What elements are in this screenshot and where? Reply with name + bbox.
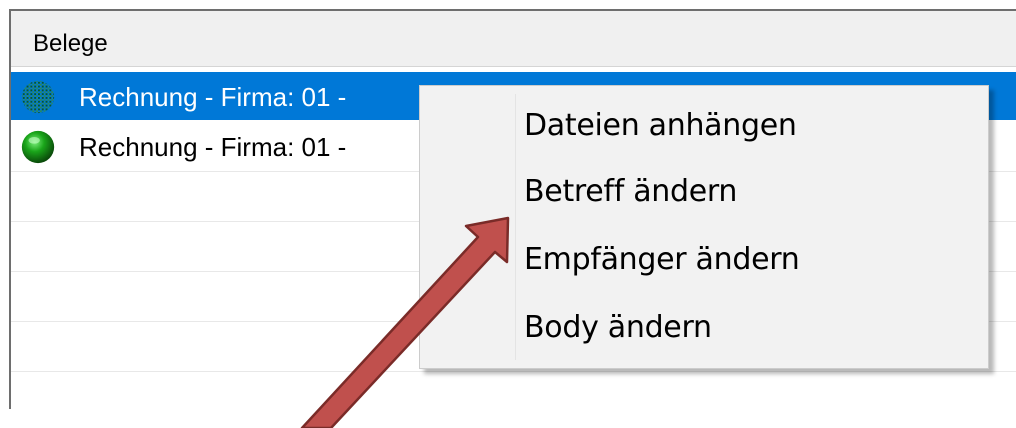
menu-item-body-aendern[interactable]: Body ändern [420,298,988,358]
menu-item-label: Betreff ändern [524,174,738,209]
status-dot-icon [21,80,55,114]
menu-item-label: Body ändern [524,310,712,345]
menu-item-label: Empfänger ändern [524,242,800,277]
list-header[interactable]: Belege [11,11,1016,67]
menu-item-betreff-aendern[interactable]: Betreff ändern [420,162,988,222]
menu-item-label: Dateien anhängen [524,108,797,143]
status-dot-icon [21,130,55,164]
list-header-label: Belege [33,30,108,57]
context-menu: Dateien anhängen Betreff ändern Empfänge… [419,85,989,369]
row-text: Rechnung - Firma: 01 - [79,82,347,112]
row-text: Rechnung - Firma: 01 - [79,132,347,162]
menu-item-dateien-anhaengen[interactable]: Dateien anhängen [420,96,988,156]
menu-item-empfaenger-aendern[interactable]: Empfänger ändern [420,230,988,290]
